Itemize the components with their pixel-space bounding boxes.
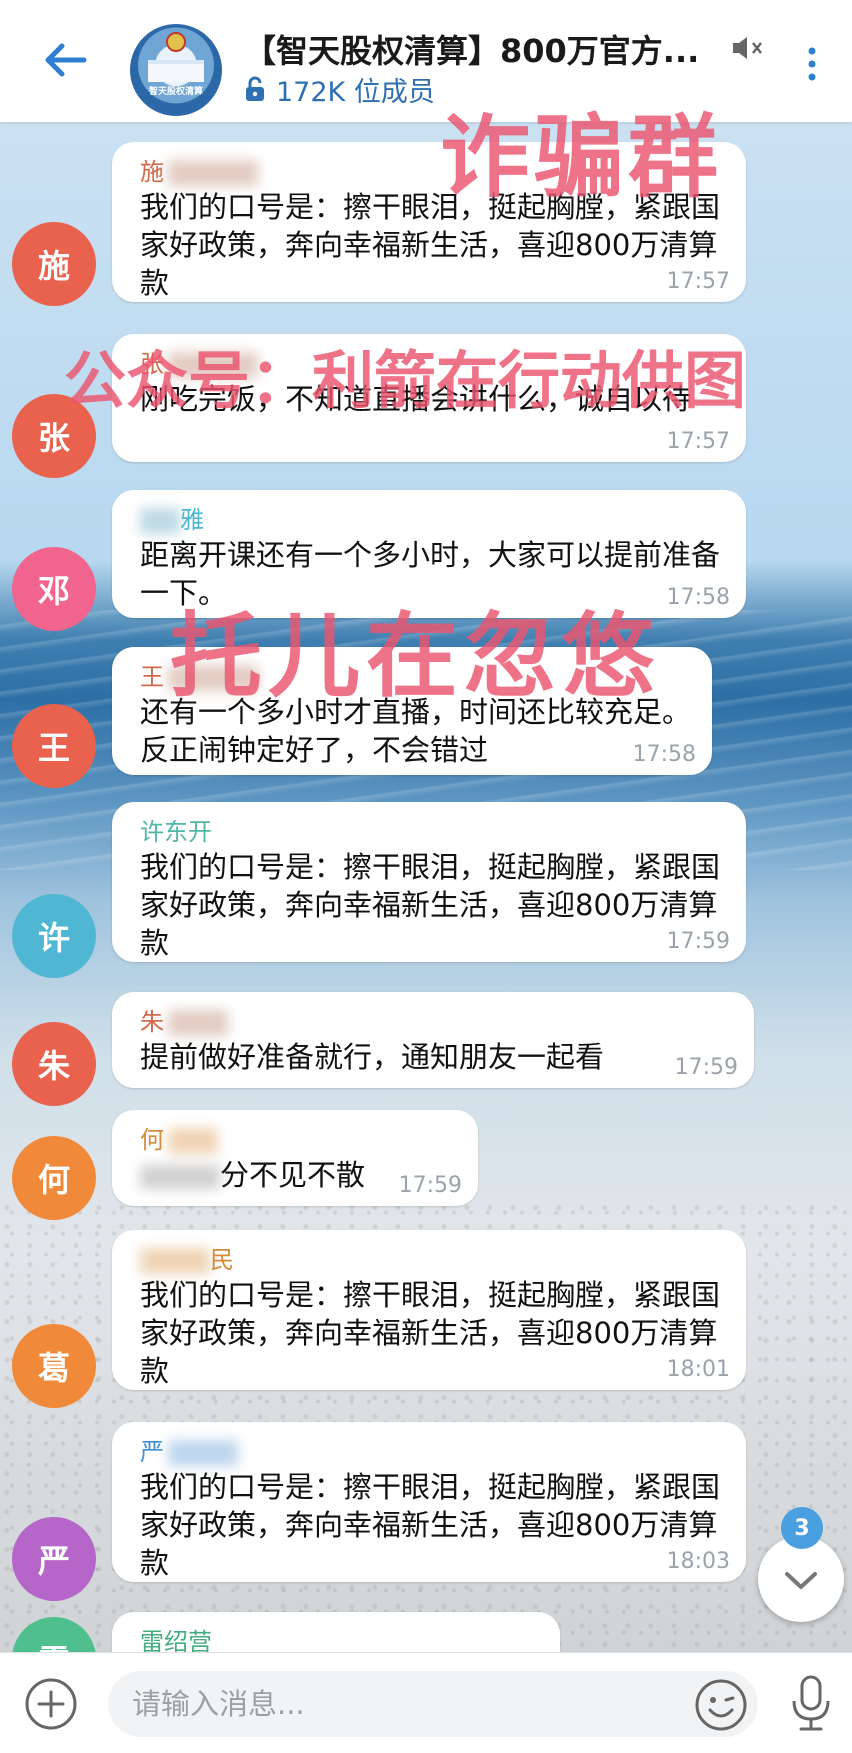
sender-name: 雅 xyxy=(140,504,728,536)
emoji-icon[interactable] xyxy=(694,1678,748,1732)
sender-avatar[interactable]: 葛 xyxy=(12,1324,96,1408)
message-time: 17:59 xyxy=(674,1055,738,1080)
sender-name: 何 xyxy=(140,1124,460,1156)
message-time: 17:58 xyxy=(666,585,730,610)
message-bubble[interactable]: 施 我们的口号是：擦干眼泪，挺起胸膛，紧跟国家好政策，奔向幸福新生活，喜迎800… xyxy=(112,142,746,302)
sender-name: 许东开 xyxy=(140,818,212,846)
member-count[interactable]: 172K 位成员 xyxy=(244,72,435,108)
sender-avatar[interactable]: 许 xyxy=(12,894,96,978)
sender-name: 张 xyxy=(140,348,728,380)
message-text: 还有一个多小时才直播，时间还比较充足。反正闹钟定好了，不会错过 xyxy=(140,695,692,767)
sender-avatar[interactable]: 张 xyxy=(12,394,96,478)
group-title[interactable]: 【智天股权清算】800万官方... xyxy=(244,26,724,72)
message-text: 我们的口号是：擦干眼泪，挺起胸膛，紧跟国家好政策，奔向幸福新生活，喜迎800万清… xyxy=(140,1470,721,1580)
sender-name: 施 xyxy=(140,156,728,188)
input-bar xyxy=(0,1652,852,1753)
message-text: 刚吃完饭，不知道直播会讲什么，诚自以待 xyxy=(140,382,692,416)
message-bubble[interactable]: 严 我们的口号是：擦干眼泪，挺起胸膛，紧跟国家好政策，奔向幸福新生活，喜迎800… xyxy=(112,1422,746,1582)
message-text: 提前做好准备就行，通知朋友一起看 xyxy=(140,1040,605,1074)
sender-name: 朱 xyxy=(140,1006,736,1038)
message-text: 我们的口号是：擦干眼泪，挺起胸膛，紧跟国家好政策，奔向幸福新生活，喜迎800万清… xyxy=(140,190,721,300)
message-bubble[interactable]: 张 刚吃完饭，不知道直播会讲什么，诚自以待 17:57 xyxy=(112,334,746,462)
message-time: 17:59 xyxy=(666,929,730,954)
sender-name: 严 xyxy=(140,1436,728,1468)
sender-avatar[interactable]: 朱 xyxy=(12,1022,96,1106)
message-time: 17:59 xyxy=(398,1173,462,1198)
message-input[interactable] xyxy=(108,1671,758,1737)
unread-badge: 3 xyxy=(781,1507,823,1549)
message-time: 17:57 xyxy=(666,269,730,294)
message-bubble[interactable]: 雅 距离开课还有一个多小时，大家可以提前准备一下。 17:58 xyxy=(112,490,746,618)
back-arrow-icon[interactable] xyxy=(40,40,90,80)
message-time: 17:57 xyxy=(666,429,730,454)
message-bubble[interactable]: 许东开 我们的口号是：擦干眼泪，挺起胸膛，紧跟国家好政策，奔向幸福新生活，喜迎8… xyxy=(112,802,746,962)
more-options-icon[interactable] xyxy=(800,44,824,84)
message-bubble[interactable]: 朱 提前做好准备就行，通知朋友一起看 17:59 xyxy=(112,992,754,1088)
sender-avatar[interactable]: 邓 xyxy=(12,547,96,631)
attach-plus-icon[interactable] xyxy=(24,1677,78,1731)
sender-avatar[interactable]: 王 xyxy=(12,704,96,788)
sender-avatar[interactable]: 雷 xyxy=(12,1617,96,1652)
message-bubble[interactable]: 雷绍营 xyxy=(112,1612,560,1652)
message-bubble[interactable]: 民 我们的口号是：擦干眼泪，挺起胸膛，紧跟国家好政策，奔向幸福新生活，喜迎800… xyxy=(112,1230,746,1390)
message-bubble[interactable]: 何 分不见不散 17:59 xyxy=(112,1110,478,1206)
sender-avatar[interactable]: 何 xyxy=(12,1136,96,1220)
mute-icon xyxy=(733,37,762,59)
microphone-icon[interactable] xyxy=(786,1673,836,1735)
chat-header: 智天股权清算 【智天股权清算】800万官方... 172K 位成员 xyxy=(0,0,852,122)
message-text: 我们的口号是：擦干眼泪，挺起胸膛，紧跟国家好政策，奔向幸福新生活，喜迎800万清… xyxy=(140,1278,721,1388)
message-time: 17:58 xyxy=(632,742,696,767)
message-text: 我们的口号是：擦干眼泪，挺起胸膛，紧跟国家好政策，奔向幸福新生活，喜迎800万清… xyxy=(140,850,721,960)
lock-icon xyxy=(246,76,264,101)
sender-avatar[interactable]: 施 xyxy=(12,222,96,306)
sender-name: 雷绍营 xyxy=(140,1628,212,1652)
message-time: 18:01 xyxy=(666,1357,730,1382)
message-text: 距离开课还有一个多小时，大家可以提前准备一下。 xyxy=(140,538,721,610)
sender-name: 民 xyxy=(140,1244,728,1276)
group-avatar[interactable]: 智天股权清算 xyxy=(130,24,222,116)
emblem-icon xyxy=(166,32,186,52)
building-image xyxy=(148,60,204,82)
sender-avatar[interactable]: 严 xyxy=(12,1517,96,1601)
message-bubble[interactable]: 王 还有一个多小时才直播，时间还比较充足。反正闹钟定好了，不会错过 17:58 xyxy=(112,647,712,775)
group-avatar-label: 智天股权清算 xyxy=(148,87,203,97)
message-time: 18:03 xyxy=(666,1549,730,1574)
sender-name: 王 xyxy=(140,661,694,693)
message-list[interactable]: 施 施 我们的口号是：擦干眼泪，挺起胸膛，紧跟国家好政策，奔向幸福新生活，喜迎8… xyxy=(0,122,852,1652)
member-count-label: 172K 位成员 xyxy=(276,76,435,108)
